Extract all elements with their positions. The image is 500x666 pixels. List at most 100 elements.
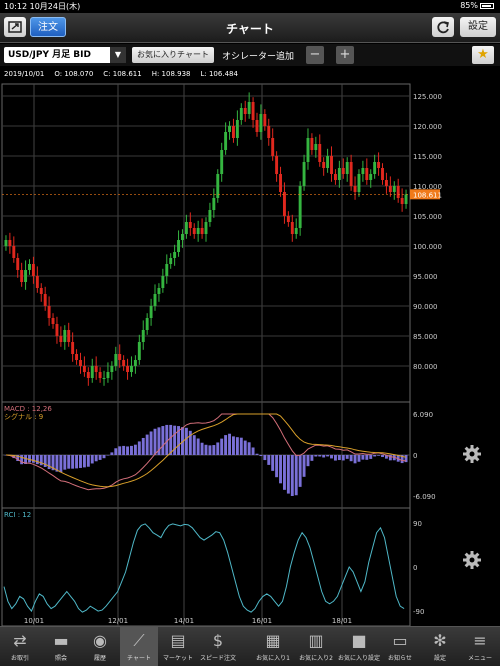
macd-histogram-bar — [94, 455, 98, 462]
candle — [322, 162, 326, 168]
candle — [361, 168, 365, 174]
tab-label: お気に入り2 — [299, 655, 333, 662]
candle — [133, 360, 137, 366]
macd-histogram-bar — [126, 446, 130, 455]
candle — [130, 366, 133, 372]
macd-histogram-bar — [259, 455, 263, 457]
chart-area[interactable]: 125.000120.000115.000110.000105.000100.0… — [0, 82, 500, 626]
tab-fav-setting[interactable]: ■ お気に入り設定 — [338, 627, 380, 666]
candle — [165, 264, 169, 276]
candle — [384, 180, 388, 186]
oscillator-add-label: オシレーター追加 — [222, 52, 295, 62]
candle — [106, 372, 110, 378]
candle — [310, 138, 314, 150]
macd-histogram-bar — [373, 455, 377, 457]
macd-histogram-bar — [275, 455, 279, 478]
candle — [79, 360, 82, 366]
candle — [369, 174, 373, 180]
macd-histogram-bar — [130, 445, 133, 455]
macd-tick-label: 0 — [413, 452, 417, 460]
macd-histogram-bar — [35, 455, 39, 465]
candle — [39, 288, 43, 294]
candle — [333, 174, 337, 180]
tab-bar: ⇄ お取引 ▬ 照会 ◉ 履歴 ⟋ チャート ▤ マーケット $ スピード注文 ▦ お気に入り1 ▥ お気に入… — [0, 626, 500, 666]
pair-select[interactable]: USD/JPY 月足 BID ▼ — [4, 47, 126, 63]
tab-chart[interactable]: ⟋ チャート — [120, 627, 158, 666]
candle — [31, 264, 35, 276]
candle — [114, 354, 118, 366]
tab-panel[interactable]: ▥ お気に入り2 — [294, 627, 338, 666]
macd-histogram-bar — [369, 455, 373, 459]
candle — [63, 330, 67, 342]
macd-histogram-bar — [161, 426, 165, 455]
candle — [282, 192, 286, 216]
candle — [271, 138, 275, 156]
oscillator-gear-icon[interactable] — [463, 445, 481, 463]
macd-histogram-bar — [337, 455, 341, 461]
candle — [47, 306, 51, 318]
refresh-button[interactable] — [432, 17, 454, 37]
tab-grid[interactable]: ▦ お気に入り1 — [252, 627, 294, 666]
plus-button[interactable]: + — [336, 46, 354, 64]
candle — [259, 114, 263, 132]
tab-market[interactable]: ▤ マーケット — [158, 627, 198, 666]
macd-histogram-bar — [365, 455, 369, 460]
candle — [192, 228, 196, 234]
candle — [169, 258, 173, 264]
macd-histogram-bar — [102, 455, 106, 459]
info-low: L: 106.484 — [200, 70, 238, 78]
price-tick-label: 120.000 — [413, 123, 442, 131]
tab-message[interactable]: ▭ お知らせ — [380, 627, 420, 666]
macd-histogram-bar — [357, 455, 361, 462]
candle — [381, 168, 384, 180]
macd-histogram-bar — [228, 433, 231, 455]
macd-histogram-bar — [59, 455, 63, 473]
macd-histogram-bar — [294, 455, 298, 496]
candle — [377, 162, 381, 168]
candle — [243, 108, 247, 114]
minus-button[interactable]: − — [306, 46, 324, 64]
candle — [396, 186, 400, 198]
candle — [177, 240, 181, 252]
macd-histogram-bar — [39, 455, 43, 466]
info-date: 2019/10/01 — [4, 70, 45, 78]
favorite-chart-button[interactable]: お気に入りチャート — [132, 47, 214, 63]
menu-icon: ≡ — [473, 631, 487, 650]
macd-histogram-bar — [137, 441, 141, 455]
candle — [267, 126, 271, 138]
candle — [302, 162, 306, 186]
macd-histogram-bar — [267, 455, 271, 465]
macd-histogram-bar — [145, 434, 149, 455]
candle — [255, 120, 259, 132]
macd-histogram-bar — [106, 455, 110, 456]
tab-folder[interactable]: ▬ 照会 — [42, 627, 80, 666]
tab-exchange[interactable]: ⇄ お取引 — [0, 627, 40, 666]
tab-label: お知らせ — [388, 655, 412, 662]
tab-menu[interactable]: ≡ メニュー — [460, 627, 500, 666]
setting-button[interactable]: 設定 — [460, 17, 496, 37]
candle — [28, 264, 31, 270]
candle — [326, 156, 330, 168]
tab-speed[interactable]: $ スピード注文 — [198, 627, 238, 666]
rci-tick-label: 90 — [413, 520, 422, 528]
macd-histogram-bar — [255, 453, 259, 455]
tab-gear[interactable]: ✻ 設定 — [420, 627, 460, 666]
candle — [392, 186, 396, 192]
x-tick-label: 16/01 — [252, 617, 272, 625]
tab-label: お気に入り1 — [256, 655, 290, 662]
x-tick-label: 12/01 — [108, 617, 128, 625]
candle — [188, 222, 192, 228]
candle — [94, 366, 98, 372]
clock-icon: ◉ — [93, 631, 107, 650]
candle — [149, 306, 153, 318]
dropdown-icon: ▼ — [110, 47, 126, 63]
oscillator-gear-icon[interactable] — [463, 551, 481, 569]
info-close: C: 108.611 — [103, 70, 142, 78]
star-button[interactable]: ★ — [472, 46, 494, 64]
macd-histogram-bar — [196, 438, 200, 455]
tab-label: スピード注文 — [199, 655, 236, 662]
chart-toolbar: USD/JPY 月足 BID ▼ お気に入りチャート オシレーター追加 − + ★ — [0, 44, 500, 66]
macd-histogram-bar — [216, 442, 220, 455]
macd-histogram-bar — [235, 437, 239, 455]
tab-clock[interactable]: ◉ 履歴 — [80, 627, 120, 666]
